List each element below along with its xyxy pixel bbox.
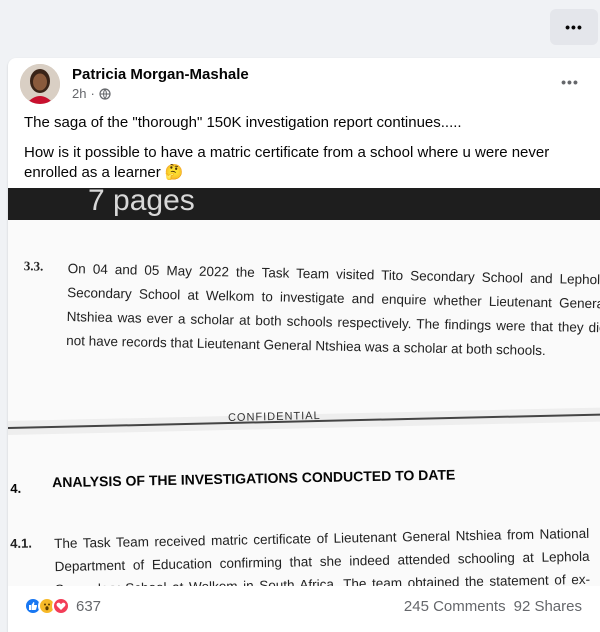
top-more-button[interactable]: •••	[550, 9, 598, 45]
section-number: 4.	[10, 480, 22, 496]
document-paragraph-4-1: 4.1. The Task Team received matric certi…	[8, 521, 600, 620]
top-bar: •••	[0, 0, 600, 48]
document-band: 7 pages	[8, 188, 600, 220]
post-footer: 637 245 Comments 92 Shares	[8, 586, 600, 632]
document-band-text: 7 pages	[88, 188, 195, 217]
avatar[interactable]	[20, 64, 60, 104]
post-text-line-1: The saga of the "thorough" 150K investig…	[24, 114, 462, 131]
love-icon	[52, 597, 70, 615]
post-more-button[interactable]: •••	[552, 68, 588, 96]
post-time[interactable]: 2h	[72, 86, 86, 101]
paragraph-number: 4.1.	[10, 535, 33, 551]
document-section-heading: 4. ANALYSIS OF THE INVESTIGATIONS CONDUC…	[8, 463, 600, 496]
paragraph-body: On 04 and 05 May 2022 the Task Team visi…	[66, 261, 600, 359]
comments-count[interactable]: 245 Comments	[404, 598, 506, 615]
reactions-summary[interactable]: 637	[24, 597, 101, 615]
paragraph-number: 3.3.	[23, 258, 44, 274]
document-paragraph-3-3: 3.3. On 04 and 05 May 2022 the Task Team…	[18, 256, 600, 358]
reaction-count[interactable]: 637	[76, 598, 101, 615]
post-stats: 245 Comments 92 Shares	[404, 598, 582, 615]
post-meta: 2h ·	[72, 86, 111, 101]
post-card: Patricia Morgan-Mashale 2h · ••• The sag…	[8, 58, 600, 632]
author-name[interactable]: Patricia Morgan-Mashale	[72, 66, 249, 83]
confidential-mark: CONFIDENTIAL	[227, 409, 321, 425]
post-header: Patricia Morgan-Mashale 2h · •••	[8, 58, 600, 108]
globe-icon	[99, 87, 111, 100]
post-text: The saga of the "thorough" 150K investig…	[24, 113, 584, 193]
document-image[interactable]: 7 pages 3.3. On 04 and 05 May 2022 the T…	[8, 188, 600, 632]
meta-separator: ·	[90, 86, 95, 101]
shares-count[interactable]: 92 Shares	[514, 598, 582, 615]
post-text-line-2: How is it possible to have a matric cert…	[24, 144, 550, 181]
section-title: ANALYSIS OF THE INVESTIGATIONS CONDUCTED…	[51, 466, 456, 491]
